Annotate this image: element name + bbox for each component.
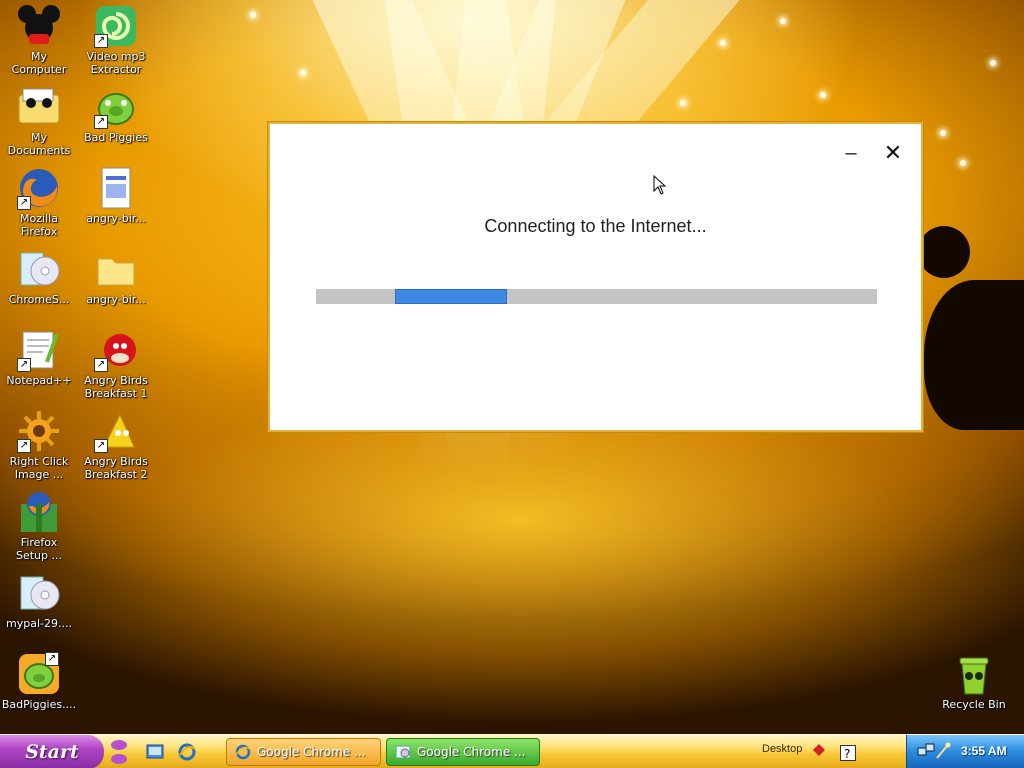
desktop-icon-chrome-setup[interactable]: ChromeS...: [0, 247, 78, 306]
sparkle: [720, 40, 726, 46]
firefox-setup-icon: [17, 490, 61, 534]
desktop-icon-recycle-bin[interactable]: Recycle Bin: [935, 652, 1013, 711]
toolbar-arrow-icon[interactable]: [812, 743, 826, 757]
connecting-dialog: – ✕ Connecting to the Internet...: [268, 122, 923, 432]
mouse-cursor-icon: [653, 175, 667, 195]
desktop-icon-my-computer[interactable]: My Computer: [0, 4, 78, 76]
desktop-icon-label: Right Click Image ...: [9, 455, 69, 481]
shortcut-arrow-icon: ↗: [17, 358, 31, 372]
sparkle: [250, 12, 256, 18]
video-mp3-extractor-icon: ↗: [94, 4, 138, 48]
desktop-background: My Computer ↗ Video mp3 Extractor My Doc…: [0, 0, 1024, 734]
mickey-silhouette-body: [924, 280, 1024, 430]
desktop-toolbar-label[interactable]: Desktop: [762, 743, 802, 755]
desktop-icon-mypal[interactable]: mypal-29....: [0, 571, 78, 630]
angry-birds-yellow-icon: ↗: [94, 409, 138, 453]
show-desktop-icon[interactable]: [146, 743, 164, 761]
sparkle: [300, 70, 306, 76]
sparkle: [960, 160, 966, 166]
desktop-icon-badpiggies-installer[interactable]: ↗ BadPiggies....: [0, 652, 78, 711]
shortcut-arrow-icon: ↗: [94, 115, 108, 129]
desktop-icon-angry-birds-file[interactable]: angry-bir...: [77, 166, 155, 225]
desktop-icon-label: Video mp3 Extractor: [86, 50, 146, 76]
desktop-icon-right-click-image[interactable]: ↗ Right Click Image ...: [0, 409, 78, 481]
desktop-icon-video-mp3-extractor[interactable]: ↗ Video mp3 Extractor: [77, 4, 155, 76]
angry-birds-red-icon: ↗: [94, 328, 138, 372]
installer-cd-icon: [17, 247, 61, 291]
shortcut-arrow-icon: ↗: [94, 34, 108, 48]
desktop-icon-label: angry-bir...: [86, 293, 146, 306]
sparkle: [780, 18, 786, 24]
progress-bar-fill: [395, 289, 507, 304]
desktop-icon-angry-birds-breakfast-1[interactable]: ↗ Angry Birds Breakfast 1: [77, 328, 155, 400]
desktop-icon-angry-birds-folder[interactable]: angry-bir...: [77, 247, 155, 306]
sparkle: [940, 130, 946, 136]
folder-icon: [94, 247, 138, 291]
desktop-icon-label: angry-bir...: [86, 212, 146, 225]
desktop-icon-my-documents[interactable]: My Documents: [0, 85, 78, 157]
progress-bar: [316, 289, 877, 304]
desktop-icon-label: BadPiggies....: [1, 698, 77, 711]
document-file-icon: [94, 166, 138, 210]
desktop-icon-label: Recycle Bin: [942, 698, 1006, 711]
desktop-icon-angry-birds-breakfast-2[interactable]: ↗ Angry Birds Breakfast 2: [77, 409, 155, 481]
bad-piggies-icon: ↗: [17, 652, 61, 696]
desktop-icon-label: Mozilla Firefox: [20, 212, 58, 238]
close-button[interactable]: ✕: [878, 138, 908, 168]
desktop-icon-label: Angry Birds Breakfast 2: [84, 455, 148, 481]
desktop-icon-label: Angry Birds Breakfast 1: [84, 374, 148, 400]
sparkle: [680, 100, 686, 106]
mickey-quicklaunch-icon[interactable]: [108, 739, 130, 765]
notepad-plus-plus-icon: ↗: [17, 328, 61, 372]
shortcut-arrow-icon: ↗: [17, 439, 31, 453]
clock[interactable]: 3:55 AM: [961, 744, 1007, 758]
mickey-computer-icon: [17, 4, 61, 48]
right-click-image-icon: ↗: [17, 409, 61, 453]
desktop-icon-label: Bad Piggies: [84, 131, 148, 144]
svg-text:?: ?: [844, 747, 850, 761]
desktop-icon-label: ChromeS...: [8, 293, 70, 306]
desktop-icon-bad-piggies[interactable]: ↗ Bad Piggies: [77, 85, 155, 144]
shortcut-arrow-icon: ↗: [94, 358, 108, 372]
chrome-setup-icon: [395, 745, 411, 759]
desktop-icon-label: My Computer: [11, 50, 67, 76]
bad-piggies-icon: ↗: [94, 85, 138, 129]
desktop-icon-notepad-plus-plus[interactable]: ↗ Notepad++: [0, 328, 78, 387]
desktop-icon-label: Firefox Setup ...: [15, 536, 62, 562]
ie-icon: [235, 744, 251, 760]
taskbar-button-label: Google Chrome ...: [257, 745, 366, 759]
installer-cd-icon: [17, 571, 61, 615]
desktop-icon-label: Notepad++: [6, 374, 72, 387]
minimize-button[interactable]: –: [836, 138, 866, 168]
sparkle: [820, 92, 826, 98]
start-button[interactable]: Start: [0, 735, 104, 768]
system-tray: 3:55 AM: [906, 735, 1024, 768]
help-icon[interactable]: ?: [840, 745, 856, 761]
shortcut-arrow-icon: ↗: [17, 196, 31, 210]
desktop-icon-firefox-setup[interactable]: Firefox Setup ...: [0, 490, 78, 562]
taskbar-button-chrome-setup[interactable]: Google Chrome ...: [386, 738, 540, 766]
status-message: Connecting to the Internet...: [484, 216, 707, 236]
firefox-icon: ↗: [17, 166, 61, 210]
my-documents-folder-icon: [17, 85, 61, 129]
internet-explorer-icon[interactable]: [178, 743, 196, 761]
shortcut-arrow-icon: ↗: [94, 439, 108, 453]
wand-tray-icon[interactable]: [935, 742, 951, 760]
taskbar-button-label: Google Chrome ...: [417, 745, 526, 759]
network-tray-icon[interactable]: [917, 742, 935, 760]
taskbar-button-chrome-ie[interactable]: Google Chrome ...: [226, 738, 381, 766]
desktop-icon-mozilla-firefox[interactable]: ↗ Mozilla Firefox: [0, 166, 78, 238]
desktop-icon-label: mypal-29....: [6, 617, 72, 630]
mickey-silhouette-ear: [918, 226, 970, 278]
recycle-bin-icon: [952, 652, 996, 696]
taskbar: Start Google Chrome ... Google Chrome ..…: [0, 734, 1024, 768]
sparkle: [990, 60, 996, 66]
shortcut-arrow-icon: ↗: [45, 652, 59, 666]
desktop-icon-label: My Documents: [7, 131, 71, 157]
